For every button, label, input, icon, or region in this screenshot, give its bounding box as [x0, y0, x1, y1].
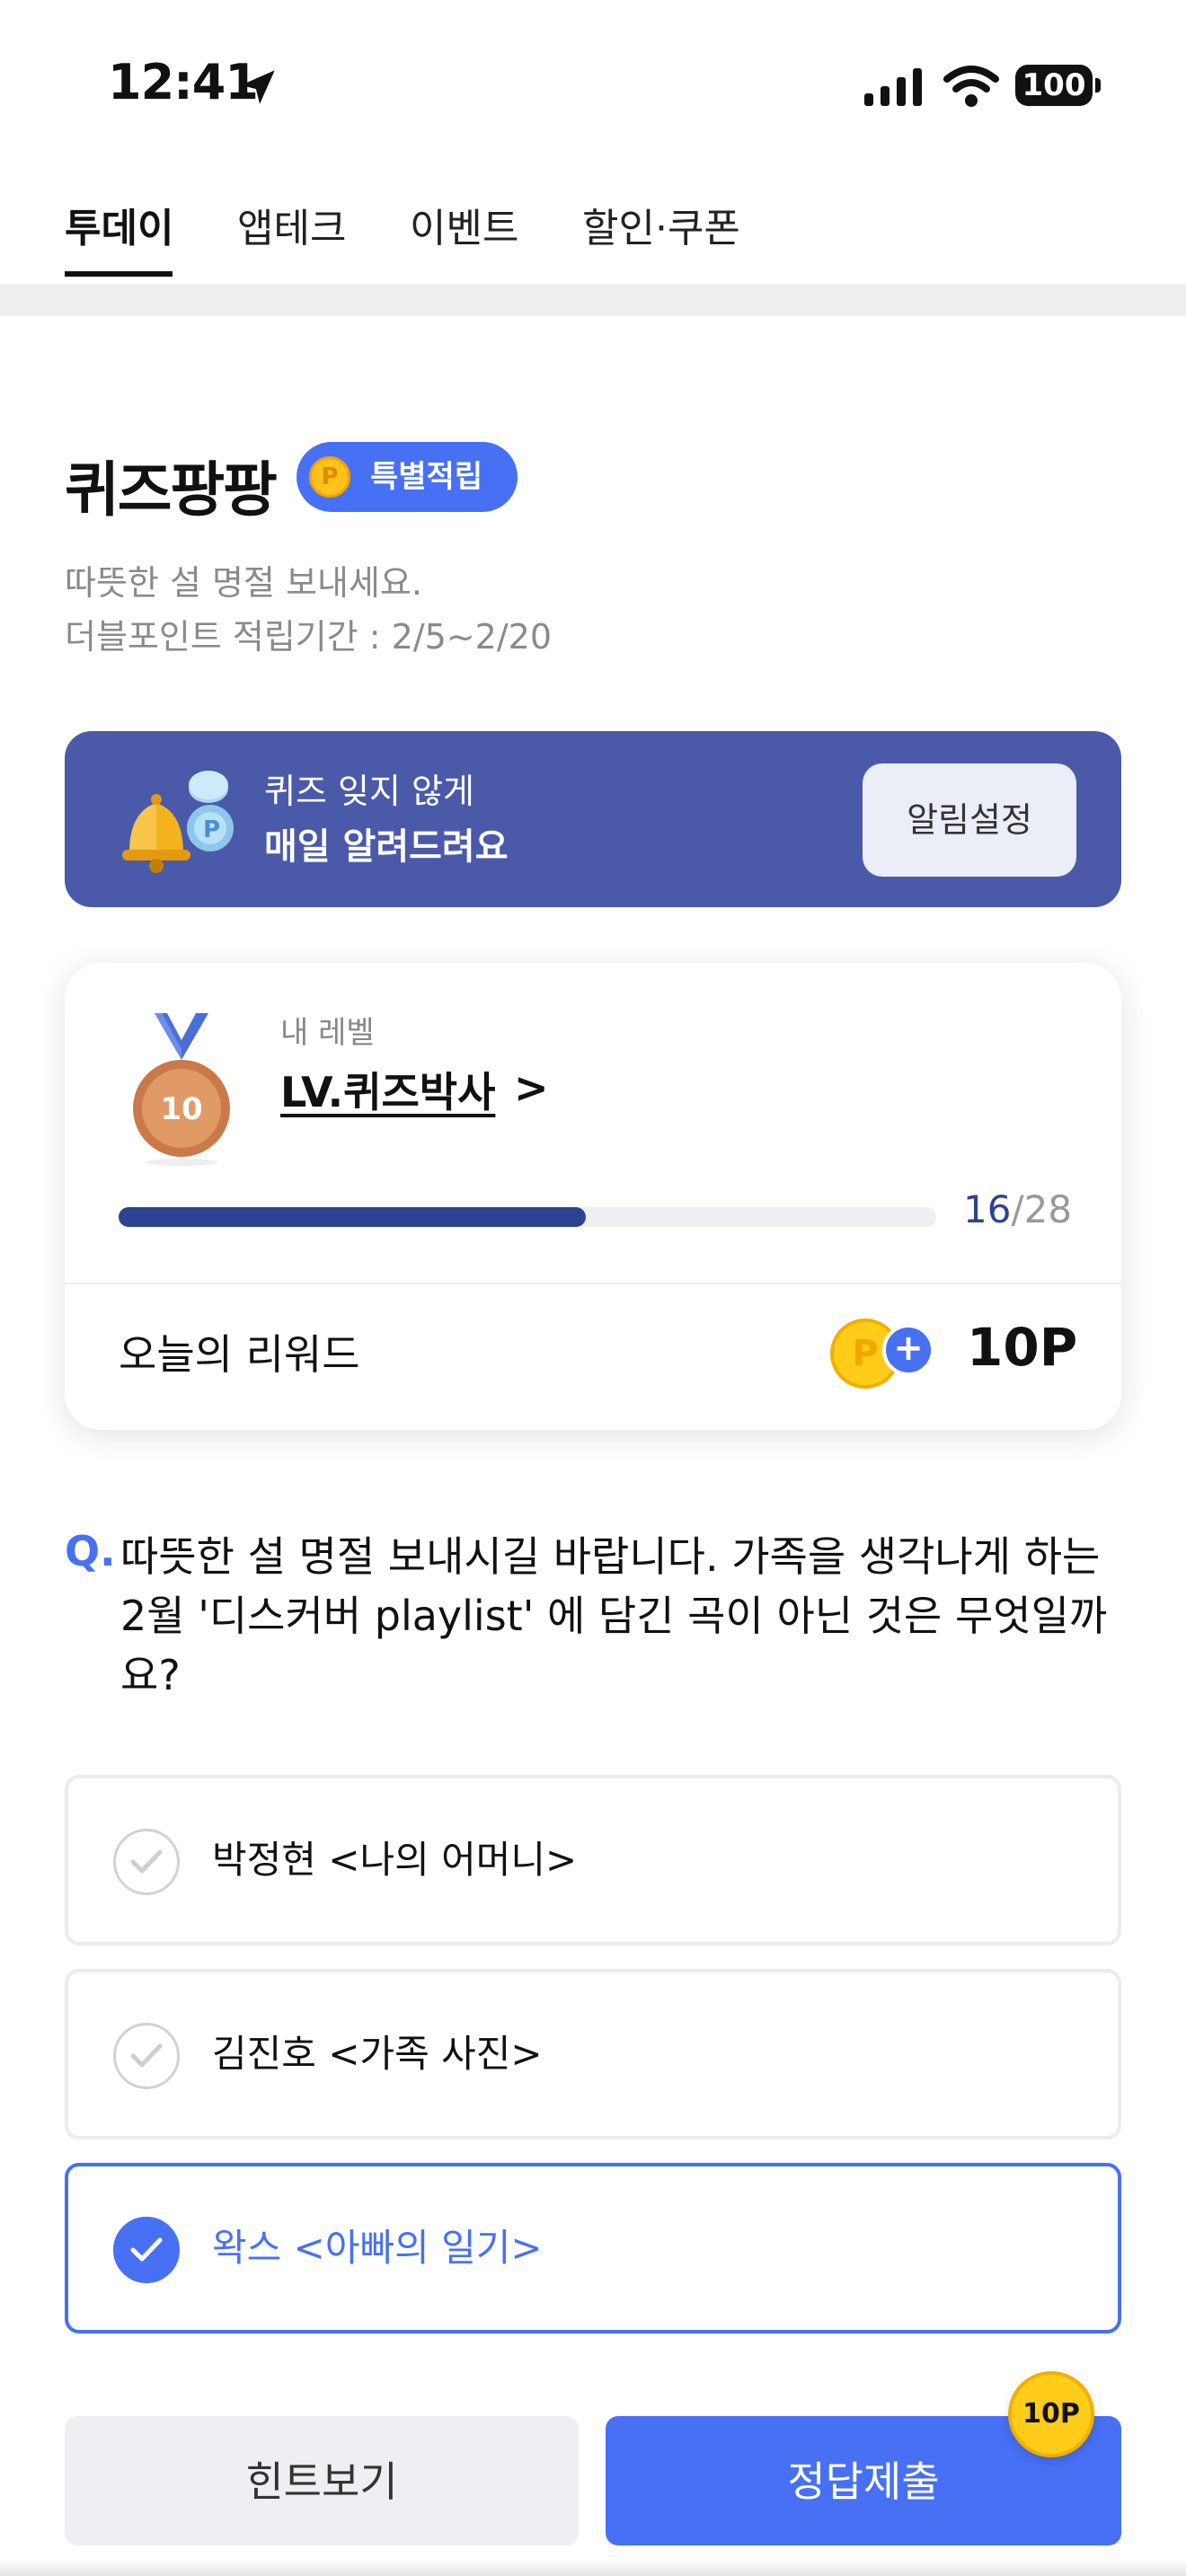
check-icon	[113, 1829, 180, 1895]
progress-total: /28	[1011, 1187, 1073, 1231]
banner-text-1: 퀴즈 잊지 않게	[264, 772, 474, 811]
progress-current: 16	[963, 1187, 1012, 1231]
bell-icon: P	[122, 771, 234, 873]
reward-points: 10P	[967, 1317, 1078, 1378]
level-name-link[interactable]: LV.퀴즈박사	[280, 1060, 495, 1119]
svg-text:P: P	[203, 816, 220, 843]
tab-event[interactable]: 이벤트	[410, 196, 518, 253]
alarm-banner: P 퀴즈 잊지 않게 매일 알려드려요 알림설정	[65, 731, 1121, 907]
card-divider	[65, 1283, 1121, 1284]
signal-icon	[864, 68, 922, 106]
answer-option-1[interactable]: 박정현 <나의 어머니>	[65, 1775, 1121, 1945]
level-progress-fill	[119, 1207, 586, 1227]
question-prefix: Q.	[65, 1527, 116, 1575]
level-progress-text: 16/28	[963, 1187, 1072, 1231]
active-tab-indicator	[65, 271, 173, 277]
wifi-icon	[943, 66, 999, 107]
alarm-settings-button[interactable]: 알림설정	[863, 763, 1076, 877]
submit-points-badge: 10P	[1008, 2371, 1094, 2457]
plus-icon: +	[882, 1324, 934, 1376]
bottom-fade	[0, 2558, 1186, 2576]
coin-icon: P	[309, 456, 350, 498]
answer-option-2[interactable]: 김진호 <가족 사진>	[65, 1969, 1121, 2139]
check-icon	[113, 2023, 180, 2089]
answer-option-label: 김진호 <가족 사진>	[212, 2032, 543, 2076]
battery-level: 100	[1015, 65, 1093, 106]
my-level-label: 내 레벨	[280, 1015, 375, 1051]
page-title: 퀴즈팡팡	[65, 455, 278, 525]
banner-text-2: 매일 알려드려요	[264, 826, 509, 868]
chevron-right-icon[interactable]: >	[514, 1063, 549, 1112]
check-icon	[113, 2217, 180, 2283]
special-earn-badge: P 특별적립	[296, 442, 518, 512]
location-arrow-icon	[241, 70, 275, 104]
tab-apptech[interactable]: 앱테크	[237, 196, 346, 253]
tab-today[interactable]: 투데이	[65, 196, 173, 253]
section-divider	[0, 284, 1186, 316]
question-text: 따뜻한 설 명절 보내시길 바랍니다. 가족을 생각나게 하는 2월 '디스커버…	[120, 1532, 1108, 1699]
level-progress-bar	[119, 1207, 936, 1227]
battery-icon: 100	[1015, 65, 1102, 106]
subtitle-line-2: 더블포인트 적립기간 : 2/5~2/20	[65, 617, 553, 657]
reward-label: 오늘의 리워드	[119, 1330, 360, 1379]
level-card: 10 내 레벨 LV.퀴즈박사 > 16/28 오늘의 리워드 P + 10P	[65, 963, 1121, 1430]
badge-label: 특별적립	[370, 459, 483, 495]
medal-number: 10	[160, 1091, 202, 1127]
subtitle-line-1: 따뜻한 설 명절 보내세요.	[65, 563, 422, 603]
answer-option-label: 박정현 <나의 어머니>	[212, 1838, 578, 1882]
hint-button[interactable]: 힌트보기	[65, 2416, 579, 2545]
tab-discount-coupon[interactable]: 할인·쿠폰	[582, 196, 740, 253]
answer-option-label: 왁스 <아빠의 일기>	[212, 2226, 543, 2270]
answer-option-3[interactable]: 왁스 <아빠의 일기>	[65, 2163, 1121, 2333]
medal-icon: 10	[133, 1013, 230, 1166]
